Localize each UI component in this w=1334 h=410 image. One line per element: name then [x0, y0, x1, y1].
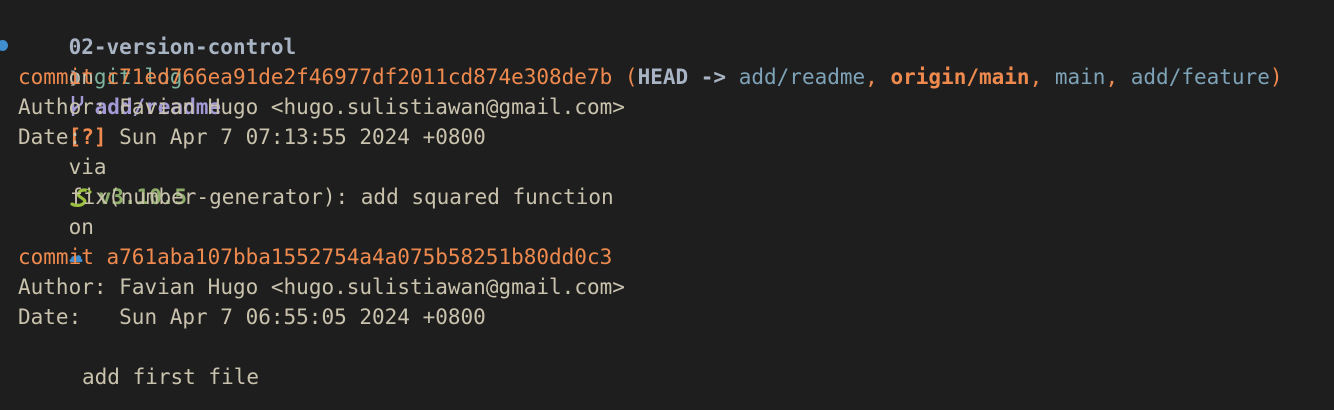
date-value: Sun Apr 7 06:55:05 2024 +0800 — [119, 305, 486, 329]
prompt-via-text: via — [68, 155, 107, 179]
date-label: Date: — [18, 305, 82, 329]
commit-line: commit a761aba107bba1552754a4a075b58251b… — [18, 242, 612, 272]
ref-open-paren: ( — [624, 65, 638, 89]
prompt-indicator-dot — [0, 40, 8, 51]
date-line: Date: Sun Apr 7 06:55:05 2024 +0800 — [18, 302, 486, 332]
ref-head: HEAD -> — [637, 65, 727, 89]
date-value: Sun Apr 7 07:13:55 2024 +0800 — [119, 125, 486, 149]
prompt-status-line: 02-version-control on add/readme [?] via… — [18, 2, 296, 262]
commit-hash: c71ed766ea91de2f46977df2011cd874e308de7b — [106, 65, 613, 89]
command-line: ❯ git log — [18, 32, 183, 89]
commit-label: commit — [18, 65, 94, 89]
ref-separator: , — [865, 65, 878, 89]
commit-line: commit c71ed766ea91de2f46977df2011cd874e… — [18, 62, 1283, 92]
author-value: Favian Hugo <hugo.sulistiawan@gmail.com> — [119, 95, 625, 119]
ref-origin-main: origin/main — [890, 65, 1030, 89]
author-line: Author: Favian Hugo <hugo.sulistiawan@gm… — [18, 92, 625, 122]
commit-hash: a761aba107bba1552754a4a075b58251b80dd0c3 — [106, 245, 613, 269]
ref-main: main — [1054, 65, 1106, 89]
date-line: Date: Sun Apr 7 07:13:55 2024 +0800 — [18, 122, 486, 152]
commit-message: fix(number-generator): add squared funct… — [70, 185, 614, 209]
ref-add-readme: add/readme — [738, 65, 866, 89]
ref-add-feature: add/feature — [1130, 65, 1270, 89]
commit-message: add first file — [82, 365, 260, 389]
prompt-on-text-2: on — [68, 215, 94, 239]
commit-label: commit — [18, 245, 94, 269]
author-label: Author: — [18, 275, 107, 299]
ref-separator: , — [1029, 65, 1043, 89]
author-line: Author: Favian Hugo <hugo.sulistiawan@gm… — [18, 272, 625, 302]
ref-separator: , — [1105, 65, 1119, 89]
author-label: Author: — [18, 95, 107, 119]
author-value: Favian Hugo <hugo.sulistiawan@gmail.com> — [119, 275, 625, 299]
ref-close-paren: ) — [1269, 65, 1283, 89]
terminal-window[interactable]: 02-version-control on add/readme [?] via… — [0, 0, 1334, 410]
date-label: Date: — [18, 125, 82, 149]
